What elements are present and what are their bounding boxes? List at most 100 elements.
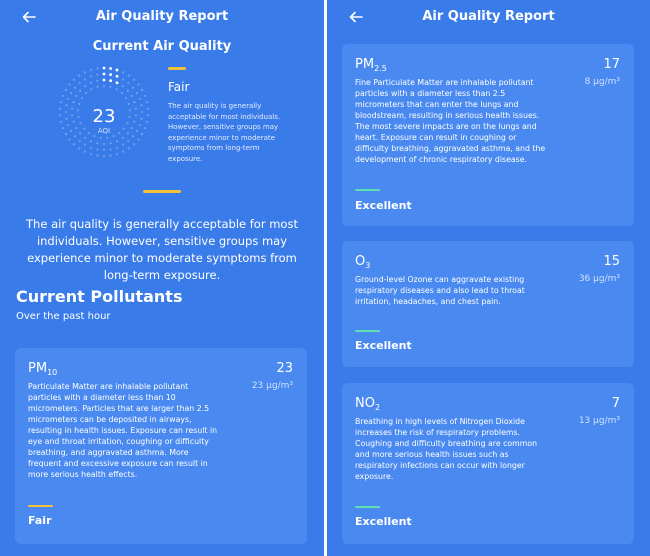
gauge-dot (90, 88, 93, 91)
pollutant-card-pm10[interactable]: PM10 23 23 µg/m³ Particulate Matter are … (15, 348, 307, 544)
gauge-dot (106, 136, 109, 139)
gauge-dot (84, 136, 87, 139)
gauge-dot (109, 85, 112, 88)
gauge-dot (89, 140, 93, 143)
status-accent-line (168, 67, 186, 70)
pollutant-concentration: 13 µg/m³ (578, 416, 620, 426)
pollutant-concentration: 8 µg/m³ (584, 77, 620, 87)
gauge-dot (121, 136, 124, 139)
gauge-dot (137, 83, 140, 86)
gauge-dot (137, 138, 140, 141)
air-quality-description: The air quality is generally acceptable … (26, 217, 298, 282)
gauge-dot (78, 102, 81, 106)
gauge-dot (85, 91, 88, 95)
gauge-dot (132, 143, 136, 146)
pollutant-card-pm25[interactable]: PM2.5 17 8 µg/m³ Fine Particulate Matter… (342, 44, 634, 226)
gauge-dot (109, 148, 112, 151)
gauge-dot (102, 142, 106, 146)
gauge-dot (143, 94, 147, 98)
gauge-dot (102, 66, 106, 70)
screen-current-air-quality: Air Quality Report Current Air Quality 2… (0, 0, 324, 556)
gauge-dot (83, 150, 87, 153)
gauge-dot (138, 97, 141, 101)
rating-accent-line (28, 505, 53, 507)
pollutant-rating: Fair (28, 514, 52, 527)
gauge-dot (72, 78, 76, 81)
gauge-dot (68, 83, 71, 86)
pollutant-description: Fine Particulate Matter are inhalable po… (355, 78, 546, 164)
pollutants-subtitle: Over the past hour (16, 311, 111, 322)
gauge-dot (89, 81, 93, 84)
pollutant-value: 7 (611, 396, 620, 411)
pollutant-rating: Excellent (355, 339, 412, 352)
pollutant-concentration: 23 µg/m³ (251, 381, 293, 391)
gauge-dot (145, 101, 148, 104)
gauge-dot (126, 89, 129, 92)
rating-accent-line (355, 330, 380, 332)
gauge-dot (68, 138, 71, 141)
gauge-dot (102, 148, 106, 152)
aqi-status-description: The air quality is generally acceptable … (168, 102, 281, 163)
gauge-dot (89, 152, 93, 156)
gauge-dot (61, 94, 65, 98)
gauge-dot (102, 84, 106, 88)
gauge-dot (112, 135, 115, 138)
pollutant-value: 17 (603, 57, 620, 72)
rating-accent-line (355, 506, 380, 508)
gauge-dot (78, 140, 81, 143)
gauge-dot (96, 148, 99, 151)
pollutant-rating: Excellent (355, 199, 412, 212)
pollutant-value: 23 (276, 361, 293, 376)
gauge-dot (121, 85, 124, 88)
gauge-dot (132, 86, 135, 89)
gauge-dot (96, 79, 99, 82)
gauge-dot (115, 74, 119, 78)
gauge-dot (67, 97, 70, 101)
aqi-label: AQI (97, 127, 111, 135)
gauge-dot (127, 74, 130, 77)
gauge-dot (120, 91, 123, 95)
pollutants-heading: Current Pollutants (16, 287, 183, 306)
gauge-dot (124, 96, 128, 100)
gauge-dot (99, 136, 102, 139)
pollutant-description: Particulate Matter are inhalable polluta… (28, 382, 218, 479)
pollutant-card-no2[interactable]: NO2 7 13 µg/m³ Breathing in high levels … (342, 383, 634, 544)
gauge-dot (60, 101, 63, 104)
gauge-dot (109, 154, 112, 157)
gauge-dot (115, 152, 119, 156)
gauge-dot (89, 68, 93, 72)
gauge-dot (102, 154, 106, 158)
section-divider (143, 190, 181, 193)
gauge-dot (93, 135, 96, 138)
gauge-dot (64, 88, 67, 92)
app-title: Air Quality Report (422, 9, 555, 24)
aqi-value: 23 (92, 106, 116, 127)
gauge-dot (96, 154, 99, 157)
gauge-dot (121, 143, 125, 147)
gauge-dot (78, 147, 81, 150)
gauge-dot (133, 101, 136, 104)
gauge-dot (127, 140, 130, 143)
gauge-dot (96, 85, 99, 88)
pollutant-name: O3 (355, 254, 371, 270)
gauge-dot (109, 142, 112, 145)
gauge-dot (115, 68, 119, 72)
pollutant-name: NO2 (355, 396, 381, 412)
gauge-dot (127, 81, 130, 84)
gauge-dot (115, 140, 119, 143)
pollutant-value: 15 (603, 254, 620, 269)
gauge-dot (79, 89, 82, 92)
gauge-dot (130, 94, 133, 98)
gauge-dot (96, 142, 99, 145)
gauge-dot (72, 101, 75, 104)
gauge-dot (127, 102, 130, 106)
gauge-dot (89, 75, 93, 78)
gauge-dot (115, 81, 119, 85)
pollutant-description: Ground-level Ozone can aggravate existin… (355, 275, 525, 306)
gauge-dot (102, 78, 106, 82)
gauge-dot (102, 72, 106, 76)
pollutant-card-o3[interactable]: O3 15 36 µg/m³ Ground-level Ozone can ag… (342, 241, 634, 367)
gauge-dot (115, 88, 118, 91)
gauge-dot (121, 77, 125, 81)
gauge-dot (73, 86, 76, 89)
